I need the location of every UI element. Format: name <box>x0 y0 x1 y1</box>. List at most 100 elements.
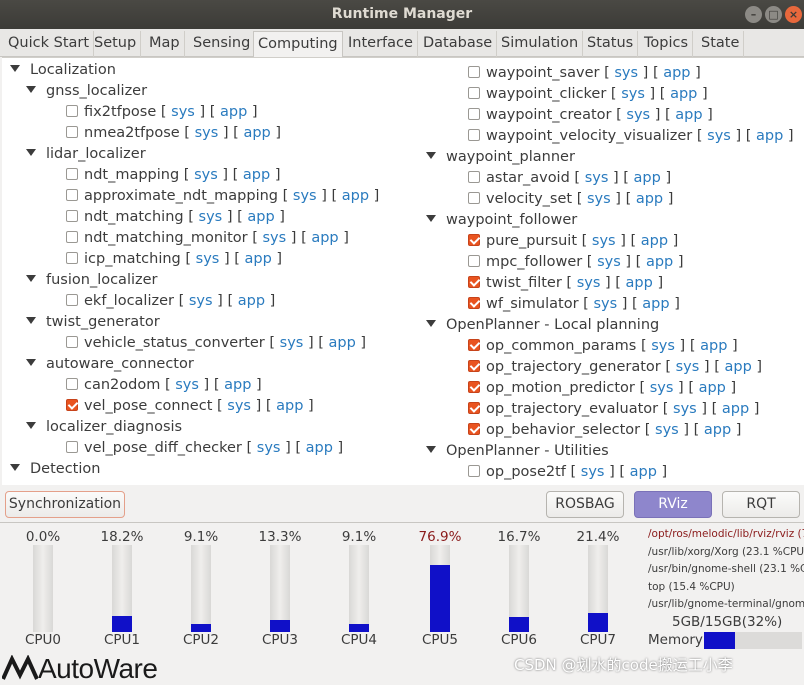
expand-arrow-icon[interactable] <box>426 446 436 453</box>
checkbox[interactable] <box>468 171 480 183</box>
sys-link[interactable]: sys <box>280 335 304 351</box>
app-link[interactable]: app <box>220 104 247 120</box>
sys-link[interactable]: sys <box>262 230 286 246</box>
checkbox[interactable] <box>66 336 78 348</box>
checkbox[interactable] <box>468 129 480 141</box>
app-link[interactable]: app <box>243 167 270 183</box>
sys-link[interactable]: sys <box>650 380 674 396</box>
tree-item-astar-avoid[interactable]: astar_avoid [ sys ] [ app ] <box>468 168 671 189</box>
sys-link[interactable]: sys <box>614 65 638 81</box>
sys-link[interactable]: sys <box>651 338 675 354</box>
app-link[interactable]: app <box>670 86 697 102</box>
checkbox[interactable] <box>66 441 78 453</box>
tree-group-detection[interactable]: Detection <box>10 459 100 480</box>
sys-link[interactable]: sys <box>171 104 195 120</box>
tree-item-twist-filter[interactable]: twist_filter [ sys ] [ app ] <box>468 273 663 294</box>
app-link[interactable]: app <box>663 65 690 81</box>
sys-link[interactable]: sys <box>194 167 218 183</box>
tree-item-pure-pursuit[interactable]: pure_pursuit [ sys ] [ app ] <box>468 231 678 252</box>
checkbox[interactable] <box>468 381 480 393</box>
checkbox[interactable] <box>66 210 78 222</box>
tree-item-op-pose2tf[interactable]: op_pose2tf [ sys ] [ app ] <box>468 462 667 483</box>
tree-item-waypoint-clicker[interactable]: waypoint_clicker [ sys ] [ app ] <box>468 84 708 105</box>
tree-item-nmea2tfpose[interactable]: nmea2tfpose [ sys ] [ app ] <box>66 123 281 144</box>
tree-item-waypoint-saver[interactable]: waypoint_saver [ sys ] [ app ] <box>468 63 701 84</box>
tree-group-lidar-localizer[interactable]: lidar_localizer <box>26 144 146 165</box>
tree-group-fusion-localizer[interactable]: fusion_localizer <box>26 270 158 291</box>
tree-item-vel-pose-diff-checker[interactable]: vel_pose_diff_checker [ sys ] [ app ] <box>66 438 343 459</box>
app-link[interactable]: app <box>247 209 274 225</box>
tab-setup[interactable]: Setup <box>90 31 142 57</box>
checkbox[interactable] <box>468 360 480 372</box>
minimize-icon[interactable]: – <box>745 6 762 23</box>
expand-arrow-icon[interactable] <box>26 317 36 324</box>
tree-item-approximate-ndt-mapping[interactable]: approximate_ndt_mapping [ sys ] [ app ] <box>66 186 379 207</box>
app-link[interactable]: app <box>224 377 251 393</box>
tree-group-waypoint-follower[interactable]: waypoint_follower <box>426 210 577 231</box>
checkbox[interactable] <box>66 189 78 201</box>
sys-link[interactable]: sys <box>592 233 616 249</box>
sys-link[interactable]: sys <box>257 440 281 456</box>
sys-link[interactable]: sys <box>707 128 731 144</box>
checkbox[interactable] <box>468 192 480 204</box>
sys-link[interactable]: sys <box>626 107 650 123</box>
tree-group-autoware-connector[interactable]: autoware_connector <box>26 354 194 375</box>
tree-item-fix2tfpose[interactable]: fix2tfpose [ sys ] [ app ] <box>66 102 258 123</box>
sys-link[interactable]: sys <box>189 293 213 309</box>
synchronization-button[interactable]: Synchronization <box>5 491 125 518</box>
tree-item-vel-pose-connect[interactable]: vel_pose_connect [ sys ] [ app ] <box>66 396 314 417</box>
app-link[interactable]: app <box>724 359 751 375</box>
tree-item-ndt-matching-monitor[interactable]: ndt_matching_monitor [ sys ] [ app ] <box>66 228 349 249</box>
tab-state[interactable]: State <box>697 31 745 57</box>
app-link[interactable]: app <box>630 464 657 480</box>
tree-item-ndt-mapping[interactable]: ndt_mapping [ sys ] [ app ] <box>66 165 281 186</box>
sys-link[interactable]: sys <box>597 254 621 270</box>
sys-link[interactable]: sys <box>676 359 700 375</box>
tree-group-gnss-localizer[interactable]: gnss_localizer <box>26 81 147 102</box>
tree-item-velocity-set[interactable]: velocity_set [ sys ] [ app ] <box>468 189 673 210</box>
rosbag-button[interactable]: ROSBAG <box>546 491 624 518</box>
tree-group-localizer-diagnosis[interactable]: localizer_diagnosis <box>26 417 182 438</box>
checkbox[interactable] <box>468 108 480 120</box>
app-link[interactable]: app <box>722 401 749 417</box>
tree-item-op-behavior-selector[interactable]: op_behavior_selector [ sys ] [ app ] <box>468 420 741 441</box>
tab-status[interactable]: Status <box>583 31 639 57</box>
sys-link[interactable]: sys <box>293 188 317 204</box>
tree-item-icp-matching[interactable]: icp_matching [ sys ] [ app ] <box>66 249 282 270</box>
sys-link[interactable]: sys <box>621 86 645 102</box>
app-link[interactable]: app <box>311 230 338 246</box>
tree-group-openplanner-utilities[interactable]: OpenPlanner - Utilities <box>426 441 609 462</box>
sys-link[interactable]: sys <box>175 377 199 393</box>
expand-arrow-icon[interactable] <box>26 359 36 366</box>
expand-arrow-icon[interactable] <box>26 149 36 156</box>
tab-simulation[interactable]: Simulation <box>497 31 584 57</box>
tree-item-vehicle-status-converter[interactable]: vehicle_status_converter [ sys ] [ app ] <box>66 333 366 354</box>
maximize-icon[interactable]: □ <box>765 6 782 23</box>
tree-group-twist-generator[interactable]: twist_generator <box>26 312 160 333</box>
app-link[interactable]: app <box>243 125 270 141</box>
rviz-button[interactable]: RViz <box>634 491 712 518</box>
app-link[interactable]: app <box>756 128 783 144</box>
checkbox[interactable] <box>468 276 480 288</box>
expand-arrow-icon[interactable] <box>426 215 436 222</box>
tree-item-waypoint-velocity-visualizer[interactable]: waypoint_velocity_visualizer [ sys ] [ a… <box>468 126 794 147</box>
tree-item-op-common-params[interactable]: op_common_params [ sys ] [ app ] <box>468 336 738 357</box>
expand-arrow-icon[interactable] <box>426 320 436 327</box>
tree-group-openplanner-local-planning[interactable]: OpenPlanner - Local planning <box>426 315 659 336</box>
app-link[interactable]: app <box>245 251 272 267</box>
app-link[interactable]: app <box>646 254 673 270</box>
tab-quick-start[interactable]: Quick Start <box>4 31 95 57</box>
app-link[interactable]: app <box>329 335 356 351</box>
tree-item-op-motion-predictor[interactable]: op_motion_predictor [ sys ] [ app ] <box>468 378 736 399</box>
expand-arrow-icon[interactable] <box>10 65 20 72</box>
close-icon[interactable]: × <box>785 6 802 23</box>
checkbox[interactable] <box>468 234 480 246</box>
tree-group-localization[interactable]: Localization <box>10 60 116 81</box>
checkbox[interactable] <box>468 87 480 99</box>
checkbox[interactable] <box>468 66 480 78</box>
app-link[interactable]: app <box>700 338 727 354</box>
app-link[interactable]: app <box>704 422 731 438</box>
sys-link[interactable]: sys <box>587 191 611 207</box>
rqt-button[interactable]: RQT <box>722 491 800 518</box>
tree-item-op-trajectory-generator[interactable]: op_trajectory_generator [ sys ] [ app ] <box>468 357 762 378</box>
